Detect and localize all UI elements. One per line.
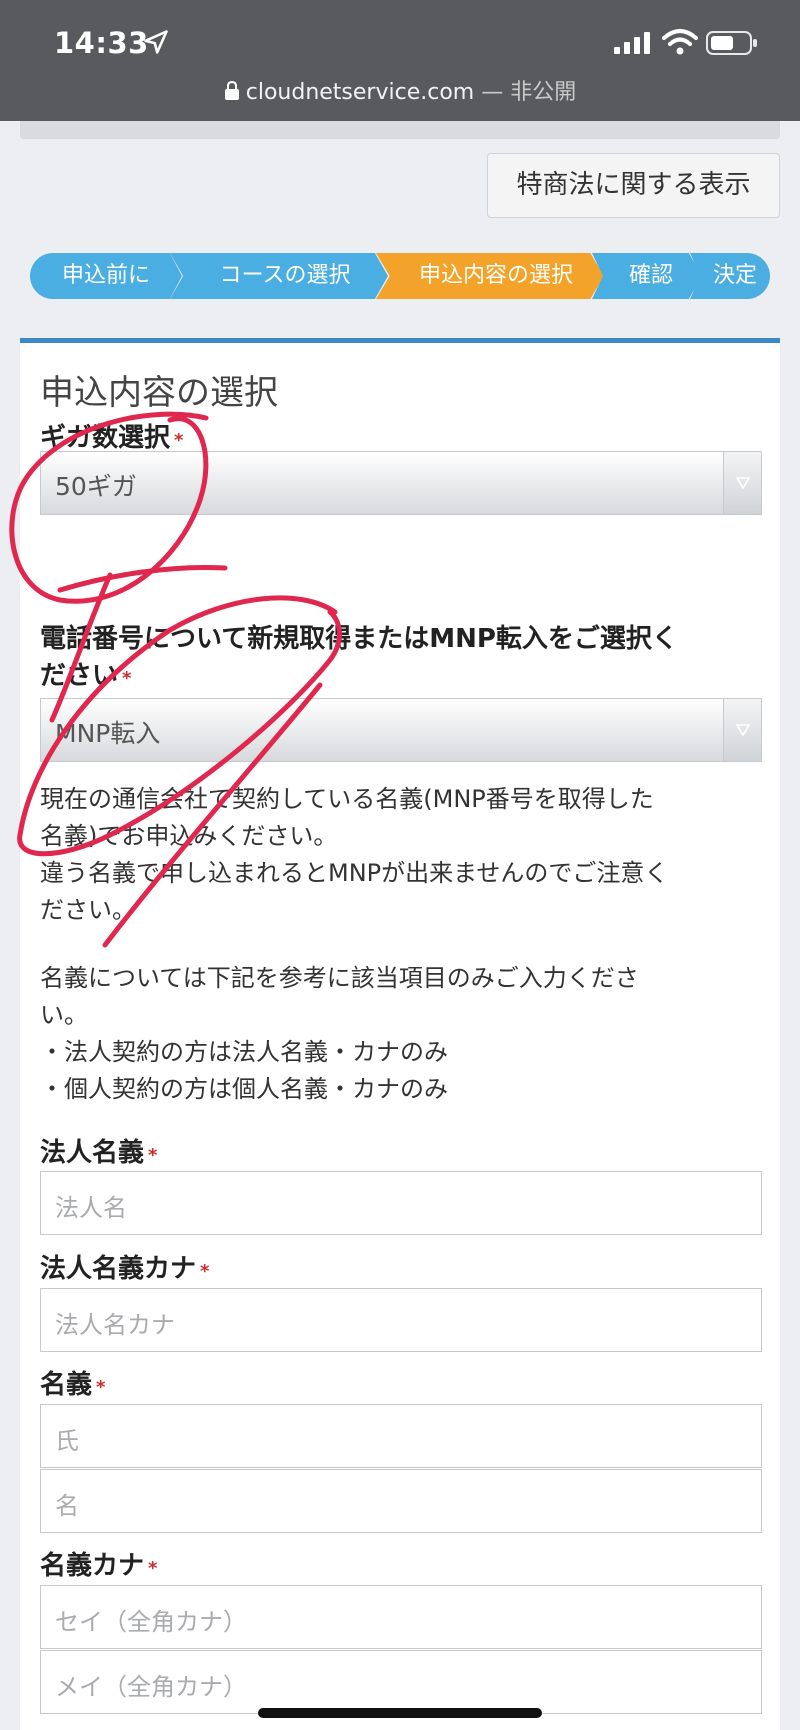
name-guide-line: ・個人契約の方は個人名義・カナのみ: [40, 1075, 448, 1103]
lock-icon: [224, 81, 239, 100]
required-mark: *: [96, 1377, 106, 1398]
phone-select-toggle[interactable]: [723, 699, 761, 761]
required-mark: *: [148, 1558, 158, 1579]
mnp-notice-line: ださい。: [40, 896, 136, 924]
phone-label-line2: ださい: [40, 661, 119, 691]
mnp-notice-line: 違う名義で申し込まれるとMNPが出来ませんのでご注意く: [40, 859, 669, 887]
security-note: 非公開: [510, 80, 577, 105]
mnp-notice-line: 名義)でお申込みください。: [40, 822, 338, 850]
phone-select[interactable]: MNP転入: [40, 698, 762, 762]
name-guide: 名義については下記を参考に該当項目のみご入力くださ い。 ・法人契約の方は法人名…: [40, 960, 770, 1108]
first-name-kana-placeholder: メイ（全角カナ）: [55, 1673, 247, 1701]
cellular-signal-icon: [614, 32, 650, 54]
page: 14:33 cloudnetservice.com — 非公開 特商法に関する表…: [0, 0, 800, 1730]
name-guide-line: ・法人契約の方は法人名義・カナのみ: [40, 1038, 448, 1066]
step-decide: 決定: [690, 253, 770, 299]
last-name-kana-placeholder: セイ（全角カナ）: [55, 1608, 247, 1636]
giga-selected-value: 50ギガ: [55, 472, 137, 501]
last-name-input[interactable]: 氏: [40, 1404, 762, 1468]
phone-label-line1: 電話番号について新規取得またはMNP転入をご選択く: [40, 624, 678, 654]
application-form-card: 申込内容の選択 ギガ数選択 * 50ギガ 電話番号について新規取得またはMNP転入…: [20, 338, 780, 1730]
name-kana-label-text: 名義カナ: [40, 1551, 145, 1581]
phone-label: 電話番号について新規取得またはMNP転入をご選択く ださい *: [40, 621, 770, 697]
mnp-notice-line: 現在の通信会社で契約している名義(MNP番号を取得した: [40, 785, 654, 813]
phone-selected-value: MNP転入: [55, 719, 161, 748]
required-mark: *: [122, 668, 132, 689]
wifi-icon: [662, 29, 698, 55]
last-name-placeholder: 氏: [55, 1427, 79, 1455]
corp-name-label: 法人名義 *: [40, 1132, 157, 1169]
url-text: cloudnetservice.com: [245, 80, 475, 105]
legal-notice-button[interactable]: 特商法に関する表示: [487, 153, 780, 218]
corp-name-input[interactable]: 法人名: [40, 1171, 762, 1235]
giga-select-toggle[interactable]: [723, 452, 761, 514]
first-name-placeholder: 名: [55, 1492, 79, 1520]
first-name-input[interactable]: 名: [40, 1469, 762, 1533]
address-bar[interactable]: cloudnetservice.com — 非公開: [0, 74, 800, 106]
header-strip: [20, 121, 780, 139]
step-content-select: 申込内容の選択: [376, 253, 604, 299]
mnp-notice: 現在の通信会社で契約している名義(MNP番号を取得した 名義)でお申込みください…: [40, 781, 770, 929]
corp-kana-placeholder: 法人名カナ: [55, 1311, 175, 1339]
section-title: 申込内容の選択: [40, 373, 278, 413]
corp-name-placeholder: 法人名: [55, 1194, 127, 1222]
giga-label-text: ギガ数選択: [40, 423, 171, 453]
name-kana-label: 名義カナ *: [40, 1545, 157, 1582]
name-label-text: 名義: [40, 1370, 93, 1400]
name-guide-line: い。: [40, 1001, 88, 1029]
corp-kana-label-text: 法人名義カナ: [40, 1254, 197, 1284]
step-confirm: 確認: [592, 253, 702, 299]
required-mark: *: [174, 430, 184, 451]
last-name-kana-input[interactable]: セイ（全角カナ）: [40, 1585, 762, 1649]
name-label: 名義 *: [40, 1364, 105, 1401]
location-arrow-icon: [144, 30, 168, 54]
required-mark: *: [200, 1261, 210, 1282]
clock: 14:33: [54, 26, 149, 60]
corp-kana-label: 法人名義カナ *: [40, 1248, 209, 1285]
corp-kana-input[interactable]: 法人名カナ: [40, 1288, 762, 1352]
required-mark: *: [148, 1145, 158, 1166]
chevron-down-icon: [736, 477, 750, 489]
name-guide-line: 名義については下記を参考に該当項目のみご入力くださ: [40, 964, 639, 992]
home-indicator: [258, 1708, 542, 1718]
url-separator: —: [481, 80, 504, 105]
giga-label: ギガ数選択 *: [40, 417, 183, 454]
battery-icon: [706, 31, 757, 55]
corp-name-label-text: 法人名義: [40, 1138, 145, 1168]
first-name-kana-input[interactable]: メイ（全角カナ）: [40, 1650, 762, 1714]
browser-status-bar: 14:33 cloudnetservice.com — 非公開: [0, 0, 800, 121]
step-before-apply: 申込前に: [30, 253, 182, 299]
chevron-down-icon: [736, 724, 750, 736]
progress-steps: 申込前に コースの選択 申込内容の選択 確認 決定: [30, 253, 770, 299]
giga-select[interactable]: 50ギガ: [40, 451, 762, 515]
step-course-select: コースの選択: [170, 253, 388, 299]
